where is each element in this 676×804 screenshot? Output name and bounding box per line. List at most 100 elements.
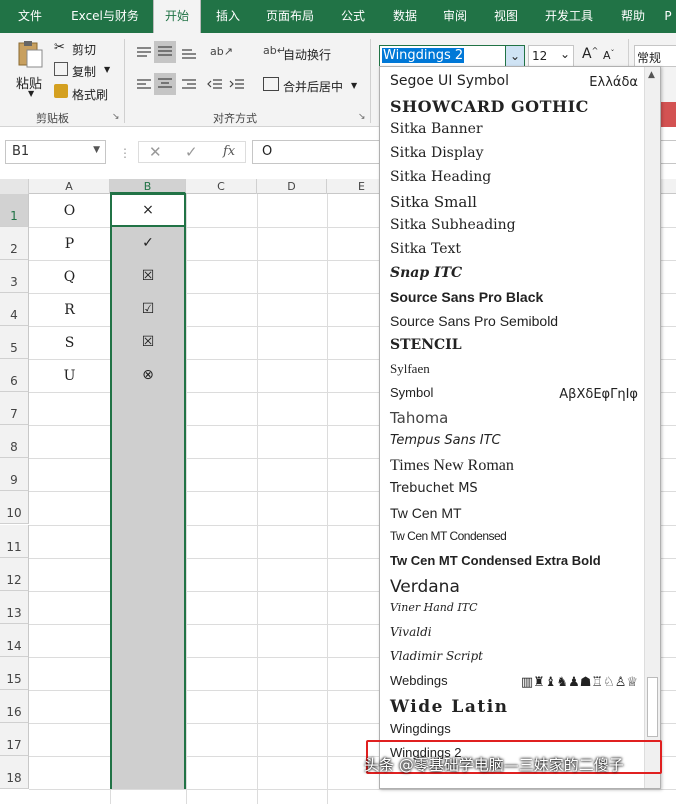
font-item-showcard-gothic[interactable]: SHOWCARD GOTHIC (390, 97, 589, 121)
cell-a[interactable]: P (29, 236, 110, 252)
col-header-b[interactable]: B (110, 179, 186, 194)
row-header[interactable]: 16 (0, 689, 29, 723)
row-header[interactable]: 15 (0, 656, 29, 690)
tab-page-layout[interactable]: 页面布局 (257, 0, 323, 33)
row-header[interactable]: 7 (0, 392, 29, 426)
font-item-source-sans-pro-black[interactable]: Source Sans Pro Black (390, 289, 543, 313)
row-header[interactable]: 1 (0, 194, 29, 228)
font-item-snap-itc[interactable]: Snap ITC (390, 265, 462, 289)
cell-a[interactable]: Q (29, 269, 110, 285)
font-item-sylfaen[interactable]: Sylfaen (390, 361, 430, 385)
cell-b[interactable]: ☒ (112, 268, 184, 284)
row-header[interactable]: 11 (0, 524, 29, 558)
row-header[interactable]: 9 (0, 458, 29, 492)
scroll-thumb[interactable] (647, 677, 658, 737)
tab-more[interactable]: P (660, 0, 676, 33)
select-all-corner[interactable] (0, 179, 29, 194)
font-item-wide-latin[interactable]: Wide Latin (390, 697, 509, 721)
cut-button[interactable]: 剪切 (72, 41, 96, 58)
copy-button[interactable]: 复制 (72, 63, 96, 80)
font-item-tw-cen-mt[interactable]: Tw Cen MT (390, 505, 462, 529)
increase-font-icon[interactable]: A^ (582, 46, 598, 62)
font-item-sitka-text[interactable]: Sitka Text (390, 241, 461, 265)
chevron-down-icon[interactable]: ⌄ (505, 46, 524, 66)
formula-bar-grip-icon[interactable]: ⋮ (119, 146, 131, 160)
align-right-icon[interactable] (180, 77, 198, 96)
font-item-vivaldi[interactable]: Vivaldi (390, 625, 432, 649)
number-format-combobox[interactable]: 常规 (634, 45, 676, 67)
align-bottom-icon[interactable] (180, 45, 198, 64)
tab-view[interactable]: 视图 (483, 0, 529, 33)
format-painter-button[interactable]: 格式刷 (72, 86, 108, 103)
align-middle-icon[interactable] (154, 41, 176, 63)
align-left-icon[interactable] (135, 77, 153, 96)
row-header[interactable]: 17 (0, 722, 29, 756)
font-item-webdings[interactable]: Webdings (390, 673, 448, 697)
font-item-tahoma[interactable]: Tahoma (390, 409, 448, 433)
tab-formulas[interactable]: 公式 (328, 0, 378, 33)
align-top-icon[interactable] (135, 45, 153, 64)
row-header[interactable]: 8 (0, 425, 29, 459)
decrease-indent-icon[interactable] (206, 77, 224, 96)
decrease-font-icon[interactable]: Aˇ (603, 49, 615, 62)
row-header[interactable]: 4 (0, 293, 29, 327)
font-dropdown-list[interactable]: Segoe UI Symbol Ελλάδα SHOWCARD GOTHIC Sitk… (379, 66, 661, 789)
clipboard-launcher-icon[interactable]: ↘ (112, 112, 120, 122)
paste-dropdown-icon[interactable]: ▼ (28, 89, 34, 98)
font-item-stencil[interactable]: STENCIL (390, 337, 462, 361)
alignment-launcher-icon[interactable]: ↘ (358, 112, 366, 122)
tab-insert[interactable]: 插入 (204, 0, 252, 33)
tab-developer[interactable]: 开发工具 (534, 0, 604, 33)
font-item-symbol[interactable]: Symbol (390, 385, 433, 409)
row-header[interactable]: 18 (0, 755, 29, 789)
font-item-tw-cen-mt-condensed-extra-bold[interactable]: Tw Cen MT Condensed Extra Bold (390, 553, 601, 577)
merge-center-button[interactable]: 合并后居中 (283, 78, 343, 95)
row-header[interactable]: 2 (0, 227, 29, 261)
font-item-verdana[interactable]: Verdana (390, 577, 460, 601)
row-header[interactable]: 12 (0, 557, 29, 591)
row-header[interactable]: 14 (0, 623, 29, 657)
cell-a[interactable]: O (29, 203, 110, 219)
font-item-sitka-heading[interactable]: Sitka Heading (390, 169, 491, 193)
row-header[interactable]: 3 (0, 260, 29, 294)
copy-dropdown-icon[interactable]: ▼ (104, 65, 110, 74)
row-header[interactable]: 13 (0, 590, 29, 624)
wrap-text-button[interactable]: 自动换行 (283, 46, 331, 63)
cell-a[interactable]: U (29, 368, 110, 384)
cell-a[interactable]: R (29, 302, 110, 318)
font-item-sitka-subheading[interactable]: Sitka Subheading (390, 217, 516, 241)
cell-b[interactable]: × (112, 202, 184, 218)
tab-home[interactable]: 开始 (153, 0, 201, 33)
cell-a[interactable]: S (29, 335, 110, 351)
enter-icon[interactable]: ✓ (185, 143, 198, 161)
name-box[interactable]: B1 ▼ (5, 140, 106, 164)
tab-help[interactable]: 帮助 (610, 0, 656, 33)
row-header[interactable]: 10 (0, 491, 29, 525)
cell-b[interactable]: ⊗ (112, 367, 184, 383)
col-header-c[interactable]: C (186, 179, 257, 194)
tab-file[interactable]: 文件 (4, 0, 56, 33)
font-item-times-new-roman[interactable]: Times New Roman (390, 457, 514, 481)
font-item-viner-hand-itc[interactable]: Viner Hand ITC (390, 601, 478, 625)
merge-dropdown-icon[interactable]: ▼ (351, 81, 357, 90)
font-item-tw-cen-mt-condensed[interactable]: Tw Cen MT Condensed (390, 529, 507, 553)
font-name-combobox[interactable]: Wingdings 2 ⌄ (379, 45, 525, 67)
font-item-sitka-small[interactable]: Sitka Small (390, 193, 477, 217)
font-item-sitka-display[interactable]: Sitka Display (390, 145, 484, 169)
paste-icon[interactable] (16, 39, 44, 69)
chevron-down-icon[interactable]: ⌄ (560, 47, 570, 61)
scroll-up-icon[interactable]: ▲ (648, 70, 655, 80)
font-item-trebuchet-ms[interactable]: Trebuchet MS (390, 481, 478, 505)
font-item-source-sans-pro-semibold[interactable]: Source Sans Pro Semibold (390, 313, 558, 337)
cell-b[interactable]: ✓ (112, 235, 184, 251)
align-center-icon[interactable] (154, 73, 176, 95)
font-item-sitka-banner[interactable]: Sitka Banner (390, 121, 483, 145)
cell-b[interactable]: ☒ (112, 334, 184, 350)
tab-review[interactable]: 审阅 (432, 0, 478, 33)
row-header[interactable]: 5 (0, 326, 29, 360)
font-item-segoe-ui-symbol[interactable]: Segoe UI Symbol (390, 73, 509, 97)
font-item-tempus-sans-itc[interactable]: Tempus Sans ITC (390, 433, 501, 457)
font-name-input[interactable]: Wingdings 2 (382, 48, 465, 63)
tab-data[interactable]: 数据 (382, 0, 428, 33)
font-size-combobox[interactable]: 12 ⌄ (528, 45, 574, 67)
